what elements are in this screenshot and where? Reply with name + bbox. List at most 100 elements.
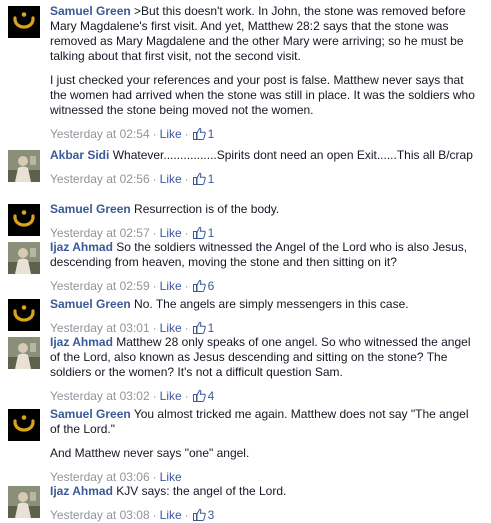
like-count[interactable]: 1 [208, 226, 215, 240]
like-thumb-icon [192, 279, 206, 292]
comment-paragraph: Ijaz Ahmad So the soldiers witnessed the… [50, 240, 481, 270]
comment-timestamp[interactable]: Yesterday at 02:54 [50, 127, 150, 141]
comment-author-link[interactable]: Ijaz Ahmad [50, 240, 113, 254]
comment-text: And Matthew never says "one" angel. [50, 446, 250, 460]
profile-photo [8, 486, 40, 518]
like-count[interactable]: 4 [208, 389, 215, 403]
like-thumb-icon [192, 127, 206, 140]
comment-paragraph: And Matthew never says "one" angel. [50, 446, 481, 461]
comment-meta: Yesterday at 03:06 · Like [50, 470, 481, 485]
comment-text: Whatever................Spirits dont nee… [112, 148, 473, 162]
comment-meta: Yesterday at 02:57 · Like · 1 [50, 226, 481, 241]
like-thumb-icon [192, 321, 206, 334]
like-thumb-icon-wrap[interactable] [192, 127, 206, 141]
comment-timestamp[interactable]: Yesterday at 02:56 [50, 172, 150, 186]
comment-paragraph: Ijaz Ahmad KJV says: the angel of the Lo… [50, 484, 481, 499]
separator-dot: · [184, 127, 189, 141]
like-button[interactable]: Like [160, 321, 182, 335]
nun-symbol-icon [8, 204, 40, 236]
comment-paragraph: Samuel Green You almost tricked me again… [50, 407, 481, 437]
like-thumb-icon [192, 172, 206, 185]
profile-photo [8, 242, 40, 274]
avatar[interactable] [8, 409, 40, 441]
comment-text: So the soldiers witnessed the Angel of t… [50, 240, 471, 269]
like-thumb-icon-wrap[interactable] [192, 389, 206, 403]
like-thumb-icon-wrap[interactable] [192, 226, 206, 240]
comment-text: I just checked your references and your … [50, 73, 479, 117]
avatar[interactable] [8, 337, 40, 369]
comment-timestamp[interactable]: Yesterday at 02:59 [50, 279, 150, 293]
like-thumb-icon [192, 389, 206, 402]
comment-paragraph: Akbar Sidi Whatever................Spiri… [50, 148, 481, 163]
like-count[interactable]: 6 [208, 279, 215, 293]
separator-dot: · [152, 470, 157, 484]
like-button[interactable]: Like [160, 226, 182, 240]
separator-dot: · [152, 279, 157, 293]
profile-photo [8, 150, 40, 182]
comment-author-link[interactable]: Ijaz Ahmad [50, 335, 113, 349]
comment-body: Samuel Green You almost tricked me again… [50, 407, 481, 485]
like-thumb-icon-wrap[interactable] [192, 279, 206, 293]
comment-author-link[interactable]: Ijaz Ahmad [50, 484, 113, 498]
avatar[interactable] [8, 150, 40, 182]
comment-author-link[interactable]: Samuel Green [50, 407, 131, 421]
like-button[interactable]: Like [160, 172, 182, 186]
comment-timestamp[interactable]: Yesterday at 03:06 [50, 470, 150, 484]
comment-author-link[interactable]: Samuel Green [50, 202, 131, 216]
comment-text: KJV says: the angel of the Lord. [116, 484, 287, 498]
comment-author-link[interactable]: Samuel Green [50, 4, 131, 18]
comment-paragraph: Ijaz Ahmad Matthew 28 only speaks of one… [50, 335, 481, 380]
avatar[interactable] [8, 204, 40, 236]
comment-text: No. The angels are simply messengers in … [134, 297, 409, 311]
comment-body: Ijaz Ahmad So the soldiers witnessed the… [50, 240, 481, 294]
comment-timestamp[interactable]: Yesterday at 03:01 [50, 321, 150, 335]
nun-symbol-icon [8, 299, 40, 331]
nun-symbol-icon [8, 6, 40, 38]
separator-dot: · [152, 321, 157, 335]
like-count[interactable]: 1 [208, 127, 215, 141]
avatar[interactable] [8, 242, 40, 274]
comment-paragraph: I just checked your references and your … [50, 73, 481, 118]
separator-dot: · [152, 172, 157, 186]
comment-meta: Yesterday at 02:56 · Like · 1 [50, 172, 481, 187]
comment-body: Ijaz Ahmad KJV says: the angel of the Lo… [50, 484, 481, 523]
comment-meta: Yesterday at 03:08 · Like · 3 [50, 508, 481, 523]
avatar[interactable] [8, 486, 40, 518]
comment-meta: Yesterday at 02:54 · Like · 1 [50, 127, 481, 142]
comment-timestamp[interactable]: Yesterday at 02:57 [50, 226, 150, 240]
comment-timestamp[interactable]: Yesterday at 03:02 [50, 389, 150, 403]
comment-paragraph: Samuel Green >But this doesn't work. In … [50, 4, 481, 64]
comment-text: Resurrection is of the body. [134, 202, 280, 216]
separator-dot: · [152, 389, 157, 403]
comment-body: Akbar Sidi Whatever................Spiri… [50, 148, 481, 187]
avatar[interactable] [8, 6, 40, 38]
avatar[interactable] [8, 299, 40, 331]
like-thumb-icon-wrap[interactable] [192, 321, 206, 335]
comment-body: Ijaz Ahmad Matthew 28 only speaks of one… [50, 335, 481, 404]
comment-thread: Samuel Green >But this doesn't work. In … [0, 0, 491, 523]
like-button[interactable]: Like [160, 470, 182, 484]
comment-meta: Yesterday at 03:01 · Like · 1 [50, 321, 481, 336]
like-button[interactable]: Like [160, 389, 182, 403]
like-count[interactable]: 1 [208, 172, 215, 186]
comment-paragraph: Samuel Green Resurrection is of the body… [50, 202, 481, 217]
comment-body: Samuel Green Resurrection is of the body… [50, 202, 481, 241]
comment-body: Samuel Green No. The angels are simply m… [50, 297, 481, 336]
like-button[interactable]: Like [160, 279, 182, 293]
comment-paragraph: Samuel Green No. The angels are simply m… [50, 297, 481, 312]
separator-dot: · [184, 321, 189, 335]
comment-author-link[interactable]: Akbar Sidi [50, 148, 109, 162]
separator-dot: · [184, 172, 189, 186]
comment-author-link[interactable]: Samuel Green [50, 297, 131, 311]
like-thumb-icon [192, 508, 206, 521]
comment-meta: Yesterday at 03:02 · Like · 4 [50, 389, 481, 404]
comment-meta: Yesterday at 02:59 · Like · 6 [50, 279, 481, 294]
separator-dot: · [152, 226, 157, 240]
like-button[interactable]: Like [160, 127, 182, 141]
comment-body: Samuel Green >But this doesn't work. In … [50, 4, 481, 142]
nun-symbol-icon [8, 409, 40, 441]
separator-dot: · [184, 279, 189, 293]
separator-dot: · [184, 226, 189, 240]
like-count[interactable]: 1 [208, 321, 215, 335]
like-thumb-icon-wrap[interactable] [192, 172, 206, 186]
